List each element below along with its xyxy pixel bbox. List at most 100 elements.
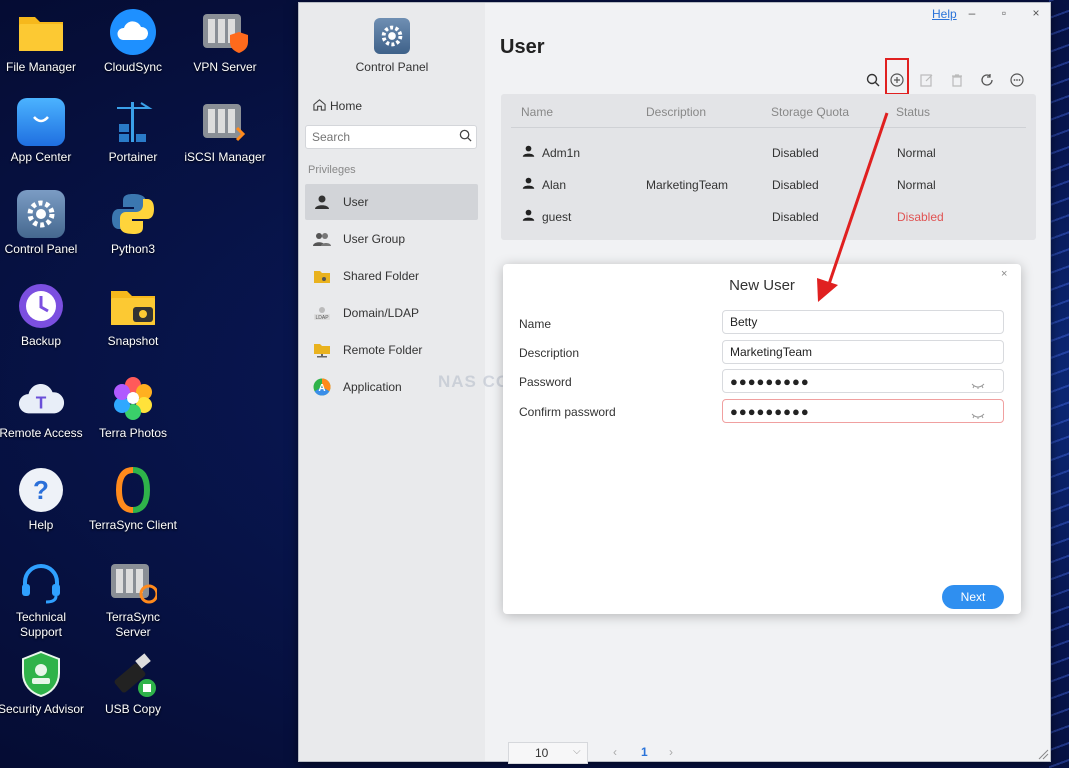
desktop-icon-terra-photos[interactable]: Terra Photos: [88, 374, 178, 441]
column-header-name[interactable]: Name: [521, 105, 553, 119]
name-input[interactable]: [722, 310, 1004, 334]
desktop-icon-terrasync-server[interactable]: TerraSync Server: [88, 558, 178, 640]
table-cell-quota: Disabled: [772, 210, 819, 224]
column-header-storage-quota[interactable]: Storage Quota: [771, 105, 849, 119]
ldap-icon: LDAP: [313, 304, 331, 322]
maximize-button[interactable]: ▫: [997, 6, 1011, 20]
user-table: [501, 94, 1036, 240]
desktop-icon-snapshot[interactable]: Snapshot: [88, 282, 178, 349]
desktop-icon-technical-support[interactable]: Technical Support: [0, 558, 86, 640]
desktop-icon-file-manager[interactable]: File Manager: [0, 8, 86, 75]
remote-folder-icon: [313, 341, 331, 359]
table-cell-name[interactable]: guest: [542, 210, 571, 224]
table-cell-status: Normal: [897, 146, 936, 160]
server-shield-icon: [201, 8, 249, 56]
search-icon[interactable]: [864, 71, 882, 89]
desktop-icon-terrasync-client[interactable]: TerraSync Client: [88, 466, 178, 533]
cloud-t-icon: T: [17, 374, 65, 422]
backup-clock-icon: [17, 282, 65, 330]
page-title: User: [500, 36, 545, 58]
desktop-icon-vpn-server[interactable]: VPN Server: [180, 8, 270, 75]
resize-handle-icon[interactable]: [1037, 747, 1049, 765]
desktop-icon-cloudsync[interactable]: CloudSync: [88, 8, 178, 75]
description-label: Description: [519, 346, 580, 360]
search-icon[interactable]: [459, 129, 472, 147]
home-icon: [313, 98, 326, 114]
table-cell-status: Disabled: [897, 210, 944, 224]
desktop-icon-remote-access[interactable]: T Remote Access: [0, 374, 86, 441]
desktop-icon-portainer[interactable]: Portainer: [88, 98, 178, 165]
page-size-value: 10: [535, 746, 549, 760]
desktop-icon-security-advisor[interactable]: Security Advisor: [0, 650, 86, 717]
delete-button[interactable]: [948, 71, 966, 89]
dialog-title: New User: [729, 277, 795, 294]
page-size-select[interactable]: 10 ⌵: [508, 742, 588, 764]
password-input[interactable]: [722, 369, 1004, 393]
crane-icon: [109, 98, 157, 146]
minimize-button[interactable]: –: [965, 6, 979, 20]
sidebar-item-user-group[interactable]: User Group: [305, 221, 478, 257]
password-label: Password: [519, 375, 572, 389]
desktop-icon-help[interactable]: ? Help: [0, 466, 86, 533]
user-group-icon: [313, 230, 331, 248]
sync-loop-icon: [109, 466, 157, 514]
table-cell-description: MarketingTeam: [646, 178, 729, 192]
svg-text:LDAP: LDAP: [315, 315, 329, 321]
eye-closed-icon[interactable]: [971, 407, 985, 425]
question-mark-icon: ?: [17, 466, 65, 514]
more-options-button[interactable]: [1008, 71, 1026, 89]
gear-icon: [17, 190, 65, 238]
desktop-icon-iscsi-manager[interactable]: iSCSI Manager: [180, 98, 270, 165]
help-link[interactable]: Help: [932, 7, 957, 21]
dialog-close-button[interactable]: ×: [1001, 268, 1007, 280]
svg-text:?: ?: [33, 475, 49, 505]
usb-drive-icon: [109, 650, 157, 698]
table-cell-quota: Disabled: [772, 146, 819, 160]
desktop-icon-backup[interactable]: Backup: [0, 282, 86, 349]
home-link[interactable]: Home: [313, 98, 362, 114]
prev-page-button[interactable]: ‹: [613, 745, 617, 759]
close-button[interactable]: ×: [1029, 6, 1043, 20]
edit-button[interactable]: [918, 71, 936, 89]
eye-closed-icon[interactable]: [971, 377, 985, 395]
sidebar-item-shared-folder[interactable]: Shared Folder: [305, 258, 478, 294]
shield-icon: [17, 650, 65, 698]
chevron-down-icon: ⌵: [573, 746, 581, 757]
next-page-button[interactable]: ›: [669, 745, 673, 759]
column-header-status[interactable]: Status: [896, 105, 930, 119]
sidebar-item-user[interactable]: User: [305, 184, 478, 220]
shopping-bag-icon: [17, 98, 65, 146]
app-title: Control Panel: [355, 60, 429, 74]
table-cell-status: Normal: [897, 178, 936, 192]
desktop-icon-python3[interactable]: Python3: [88, 190, 178, 257]
new-user-dialog: New User × Name Description Password Con…: [503, 264, 1021, 614]
sidebar-item-remote-folder[interactable]: Remote Folder: [305, 332, 478, 368]
privileges-section-label: Privileges: [308, 164, 356, 176]
sidebar-item-domain-ldap[interactable]: LDAP Domain/LDAP: [305, 295, 478, 331]
headset-icon: [17, 558, 65, 606]
desktop-icon-app-center[interactable]: App Center: [0, 98, 86, 165]
sidebar-item-label: Application: [343, 380, 402, 394]
sidebar-item-label: Domain/LDAP: [343, 306, 420, 320]
application-icon: A: [313, 378, 331, 396]
desktop-icon-usb-copy[interactable]: USB Copy: [88, 650, 178, 717]
svg-text:T: T: [36, 393, 47, 413]
home-label: Home: [330, 99, 363, 113]
refresh-button[interactable]: [978, 71, 996, 89]
folder-icon: [17, 8, 65, 56]
page-number-current[interactable]: 1: [641, 745, 648, 759]
confirm-password-input[interactable]: [722, 399, 1004, 423]
sidebar-item-label: Remote Folder: [343, 343, 423, 357]
table-cell-name[interactable]: Alan: [542, 178, 566, 192]
server-link-icon: [201, 98, 249, 146]
description-input[interactable]: [722, 340, 1004, 364]
next-button[interactable]: Next: [942, 585, 1004, 609]
sidebar-item-label: User Group: [343, 232, 406, 246]
server-sync-icon: [109, 558, 157, 606]
desktop-icon-control-panel[interactable]: Control Panel: [0, 190, 86, 257]
table-cell-name[interactable]: Adm1n: [542, 146, 580, 160]
folder-camera-icon: [109, 282, 157, 330]
column-header-description[interactable]: Description: [646, 105, 706, 119]
sidebar-search-input[interactable]: [305, 125, 477, 149]
user-icon: [522, 144, 535, 163]
